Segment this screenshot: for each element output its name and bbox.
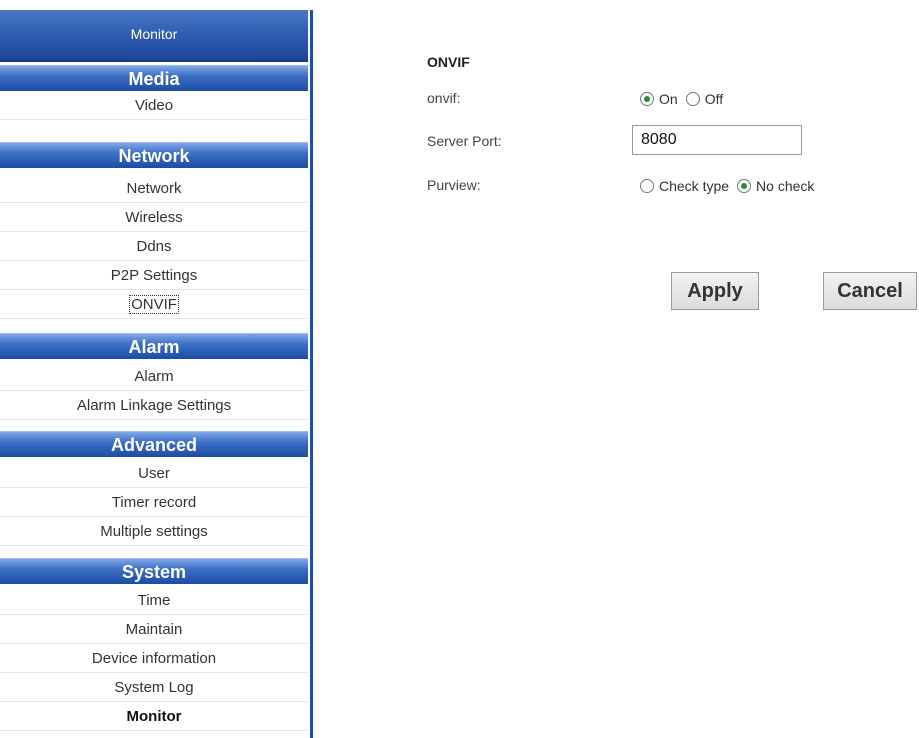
sidebar-item-p2p-settings[interactable]: P2P Settings (0, 261, 308, 290)
server-port-input[interactable] (632, 125, 802, 155)
sidebar-item-label: Device information (91, 650, 217, 667)
sidebar-item-label: Maintain (125, 621, 183, 638)
sidebar-item-label: P2P Settings (110, 267, 198, 284)
purview-check-type-radio[interactable] (640, 179, 654, 193)
sidebar: Monitor Media Video Network Network Wire… (0, 10, 308, 738)
purview-label: Purview: (427, 177, 481, 193)
sidebar-item-timer-record[interactable]: Timer record (0, 488, 308, 517)
sidebar-item-label: Time (137, 592, 171, 609)
sidebar-item-label: System Log (114, 679, 194, 696)
section-media: Media (0, 65, 308, 91)
sidebar-item-label: Network (126, 180, 182, 197)
sidebar-item-video[interactable]: Video (0, 91, 308, 120)
sidebar-item-multiple-settings[interactable]: Multiple settings (0, 517, 308, 546)
sidebar-item-label: Alarm (134, 368, 174, 385)
purview-no-check-radio[interactable] (737, 179, 752, 193)
purview-radio-group: Check type No check (640, 178, 822, 194)
sidebar-item-network[interactable]: Network (0, 174, 308, 203)
sidebar-item-label: User (138, 465, 170, 482)
section-network: Network (0, 142, 308, 168)
sidebar-item-alarm-linkage[interactable]: Alarm Linkage Settings (0, 391, 308, 420)
sidebar-item-label: Multiple settings (100, 523, 208, 540)
sidebar-item-monitor[interactable]: Monitor (0, 702, 308, 731)
onvif-radio-group: On Off (640, 91, 731, 107)
sidebar-item-label: Ddns (136, 238, 172, 255)
sidebar-item-label: ONVIF (129, 295, 179, 314)
sidebar-monitor-header[interactable]: Monitor (0, 10, 308, 62)
onvif-on-radio[interactable] (640, 92, 654, 106)
sidebar-item-label: Timer record (111, 494, 197, 511)
section-advanced: Advanced (0, 431, 308, 457)
purview-no-check-label[interactable]: No check (756, 178, 814, 194)
sidebar-item-maintain[interactable]: Maintain (0, 615, 308, 644)
sidebar-item-label: Wireless (125, 209, 183, 226)
page-title: ONVIF (427, 54, 470, 70)
sidebar-item-onvif[interactable]: ONVIF (0, 290, 308, 319)
cancel-button[interactable]: Cancel (823, 272, 917, 310)
sidebar-item-alarm[interactable]: Alarm (0, 362, 308, 391)
apply-button[interactable]: Apply (671, 272, 759, 310)
sidebar-item-label: Video (134, 97, 174, 114)
onvif-off-label[interactable]: Off (705, 91, 723, 107)
sidebar-item-system-log[interactable]: System Log (0, 673, 308, 702)
sidebar-item-time[interactable]: Time (0, 586, 308, 615)
sidebar-item-label: Monitor (126, 708, 182, 725)
section-system: System (0, 558, 308, 584)
sidebar-item-wireless[interactable]: Wireless (0, 203, 308, 232)
sidebar-item-ddns[interactable]: Ddns (0, 232, 308, 261)
purview-check-type-label[interactable]: Check type (659, 178, 729, 194)
onvif-off-radio[interactable] (685, 92, 700, 106)
section-alarm: Alarm (0, 333, 308, 359)
sidebar-item-label: Alarm Linkage Settings (76, 397, 232, 414)
onvif-on-label[interactable]: On (659, 91, 678, 107)
sidebar-item-user[interactable]: User (0, 459, 308, 488)
onvif-label: onvif: (427, 90, 461, 106)
sidebar-divider (310, 10, 313, 738)
sidebar-item-device-information[interactable]: Device information (0, 644, 308, 673)
server-port-label: Server Port: (427, 133, 502, 149)
